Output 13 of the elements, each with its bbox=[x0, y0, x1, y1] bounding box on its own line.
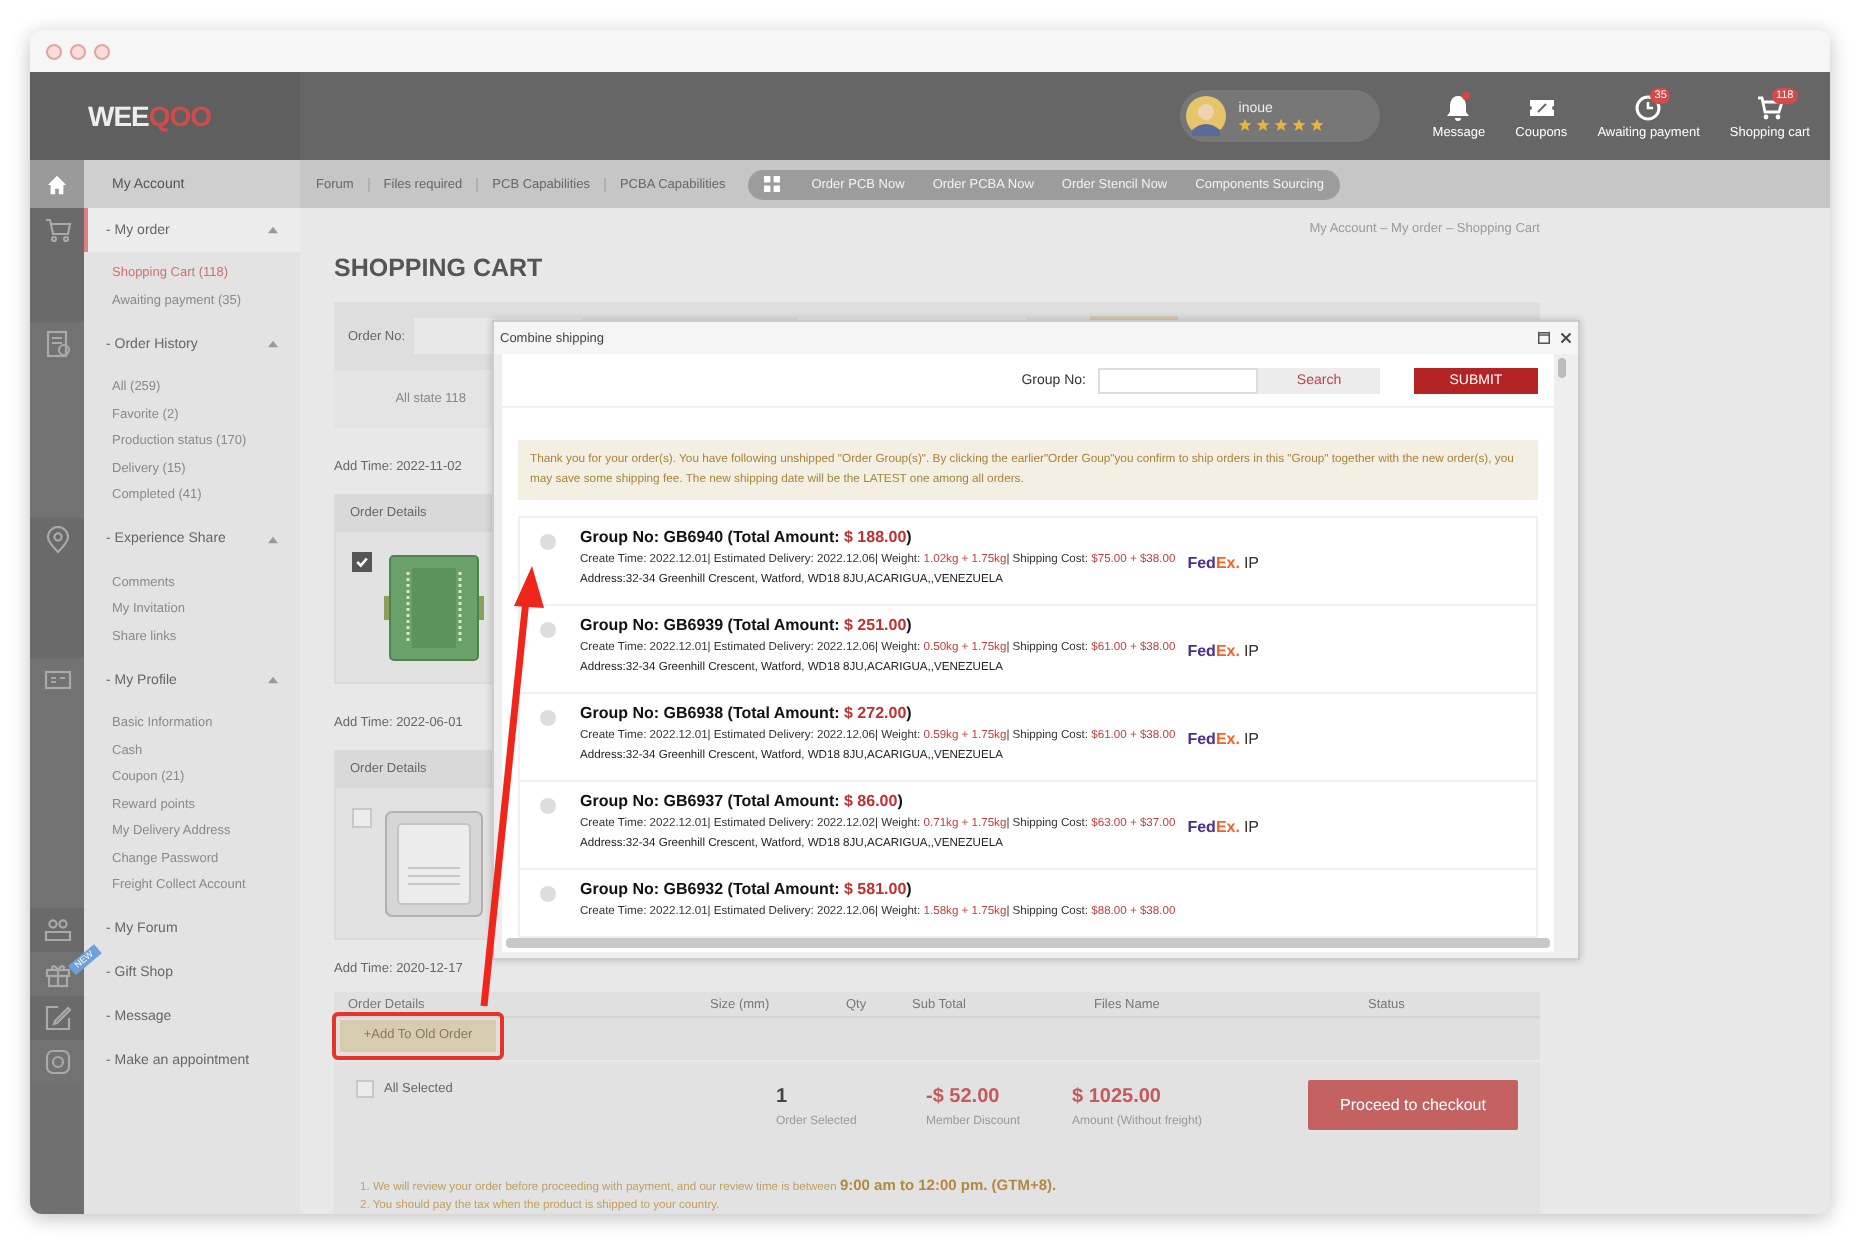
group-title: Group No: GB6937 (Total Amount: $ 86.00) bbox=[580, 792, 905, 812]
group-title: Group No: GB6940 (Total Amount: $ 188.00) bbox=[580, 528, 914, 548]
carrier-logo: FedEx. IP bbox=[1187, 817, 1260, 835]
carrier-logo: FedEx. IP bbox=[1187, 553, 1260, 571]
carrier-logo: FedEx. IP bbox=[1187, 729, 1260, 747]
group-title: Group No: GB6932 (Total Amount: $ 581.00) bbox=[580, 880, 914, 900]
stat-value: -$ 52.00 bbox=[926, 1086, 1002, 1109]
page-title: SHOPPING CART bbox=[334, 252, 545, 286]
carrier-logo: FedEx. IP bbox=[1187, 641, 1260, 659]
stat-value: 1 bbox=[776, 1086, 790, 1109]
group-title: Group No: GB6939 (Total Amount: $ 251.00) bbox=[580, 616, 914, 636]
group-title: Group No: GB6938 (Total Amount: $ 272.00) bbox=[580, 704, 914, 724]
stat-value: $ 1025.00 bbox=[1072, 1086, 1163, 1109]
